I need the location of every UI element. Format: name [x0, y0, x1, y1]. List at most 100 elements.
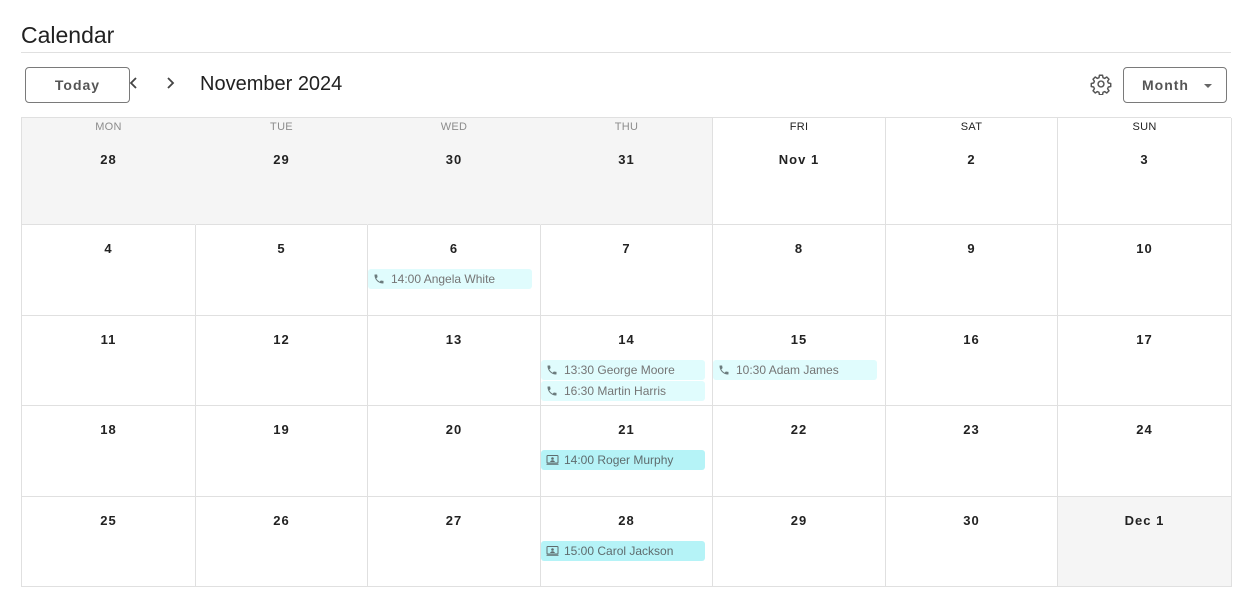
previous-month-button[interactable] — [120, 71, 148, 99]
day-number: 12 — [273, 332, 290, 347]
day-cell[interactable]: FRI Nov 1 — [713, 118, 886, 225]
day-cell[interactable]: 20 — [368, 406, 541, 497]
event-list: 14:00 Angela White — [368, 269, 532, 290]
day-number: 30 — [963, 513, 980, 528]
day-cell[interactable]: 18 — [22, 406, 196, 497]
day-number: 20 — [445, 422, 463, 437]
day-cell[interactable]: 12 — [196, 316, 368, 406]
day-number: 6 — [449, 241, 459, 256]
day-cell[interactable]: 8 — [713, 225, 886, 316]
day-number: 3 — [1140, 152, 1149, 167]
day-cell[interactable]: 28 15:00 Carol Jackson — [541, 497, 713, 587]
day-number: 2 — [967, 152, 976, 167]
call-event[interactable]: 16:30 Martin Harris — [541, 381, 705, 401]
calendar-toolbar: Today November 2024 Month — [21, 67, 1231, 103]
day-cell[interactable]: THU 31 — [541, 118, 713, 225]
view-select-button[interactable]: Month — [1123, 67, 1227, 103]
day-cell[interactable]: TUE 29 — [196, 118, 368, 225]
meeting-event[interactable]: 15:00 Carol Jackson — [541, 541, 705, 561]
day-number: 7 — [622, 241, 631, 256]
event-label: 14:00 Angela White — [391, 272, 496, 286]
day-cell[interactable]: 5 — [196, 225, 368, 316]
phone-icon — [372, 272, 386, 286]
call-event[interactable]: 14:00 Angela White — [368, 269, 532, 289]
day-number: 21 — [618, 422, 635, 437]
day-cell[interactable]: 14 13:30 George Moore 16:30 Martin Harris — [541, 316, 713, 406]
day-cell[interactable]: 23 — [886, 406, 1058, 497]
weekday-header: FRI — [789, 121, 809, 133]
next-month-button[interactable] — [156, 71, 184, 99]
chevron-right-icon — [163, 76, 177, 95]
day-cell[interactable]: 25 — [22, 497, 196, 587]
day-number: 9 — [967, 241, 976, 256]
phone-icon — [545, 384, 559, 398]
day-number: 28 — [100, 152, 117, 167]
day-number: Dec 1 — [1124, 513, 1165, 528]
day-number: 16 — [963, 332, 980, 347]
day-cell[interactable]: 11 — [22, 316, 196, 406]
video-meeting-icon — [545, 453, 559, 467]
day-number: 4 — [104, 241, 113, 256]
day-number: 15 — [790, 332, 808, 347]
meeting-event[interactable]: 14:00 Roger Murphy — [541, 450, 705, 470]
day-cell[interactable]: 10 — [1058, 225, 1232, 316]
call-event[interactable]: 10:30 Adam James — [713, 360, 877, 380]
event-label: 14:00 Roger Murphy — [564, 453, 674, 467]
day-cell[interactable]: 27 — [368, 497, 541, 587]
day-cell[interactable]: 16 — [886, 316, 1058, 406]
day-number: 8 — [794, 241, 804, 256]
day-cell[interactable]: 29 — [713, 497, 886, 587]
day-number: 29 — [790, 513, 808, 528]
event-list: 10:30 Adam James — [713, 360, 877, 381]
day-number: 24 — [1136, 422, 1153, 437]
event-label: 10:30 Adam James — [736, 363, 839, 377]
video-meeting-icon — [545, 544, 559, 558]
day-cell[interactable]: 13 — [368, 316, 541, 406]
day-cell[interactable]: 9 — [886, 225, 1058, 316]
page-title: Calendar — [21, 22, 115, 48]
call-event[interactable]: 13:30 George Moore — [541, 360, 705, 380]
settings-button[interactable] — [1087, 72, 1115, 100]
day-number: 18 — [100, 422, 117, 437]
event-label: 13:30 George Moore — [564, 363, 675, 377]
day-cell[interactable]: 21 14:00 Roger Murphy — [541, 406, 713, 497]
phone-icon — [717, 363, 731, 377]
event-list: 13:30 George Moore 16:30 Martin Harris — [541, 360, 705, 402]
event-list: 15:00 Carol Jackson — [541, 541, 705, 562]
current-month-label: November 2024 — [200, 73, 343, 95]
day-number: 23 — [963, 422, 980, 437]
day-number: 14 — [618, 332, 635, 347]
day-cell[interactable]: 6 14:00 Angela White — [368, 225, 541, 316]
day-cell[interactable]: 19 — [196, 406, 368, 497]
chevron-left-icon — [127, 76, 141, 95]
day-number: 26 — [273, 513, 290, 528]
day-cell[interactable]: 26 — [196, 497, 368, 587]
weekday-header: MON — [95, 121, 122, 133]
day-number: 27 — [445, 513, 463, 528]
today-button[interactable]: Today — [25, 67, 130, 103]
day-number: 22 — [790, 422, 808, 437]
day-cell[interactable]: Dec 1 — [1058, 497, 1232, 587]
event-label: 15:00 Carol Jackson — [564, 544, 674, 558]
day-cell[interactable]: 7 — [541, 225, 713, 316]
gear-icon — [1090, 73, 1112, 100]
day-cell[interactable]: MON 28 — [22, 118, 196, 225]
weekday-header: SUN — [1132, 121, 1157, 133]
day-cell[interactable]: 15 10:30 Adam James — [713, 316, 886, 406]
day-cell[interactable]: 30 — [886, 497, 1058, 587]
view-select-label: Month — [1142, 77, 1189, 93]
day-cell[interactable]: 4 — [22, 225, 196, 316]
day-cell[interactable]: 22 — [713, 406, 886, 497]
weekday-header: TUE — [270, 121, 293, 133]
day-cell[interactable]: 24 — [1058, 406, 1232, 497]
day-cell[interactable]: SUN 3 — [1058, 118, 1232, 225]
day-cell[interactable]: WED 30 — [368, 118, 541, 225]
day-number: 11 — [100, 332, 117, 347]
day-number: 19 — [273, 422, 290, 437]
day-number: 28 — [618, 513, 635, 528]
day-cell[interactable]: 17 — [1058, 316, 1232, 406]
day-number: 10 — [1136, 241, 1153, 256]
day-number: 29 — [273, 152, 290, 167]
caret-down-icon — [1204, 84, 1212, 88]
day-cell[interactable]: SAT 2 — [886, 118, 1058, 225]
